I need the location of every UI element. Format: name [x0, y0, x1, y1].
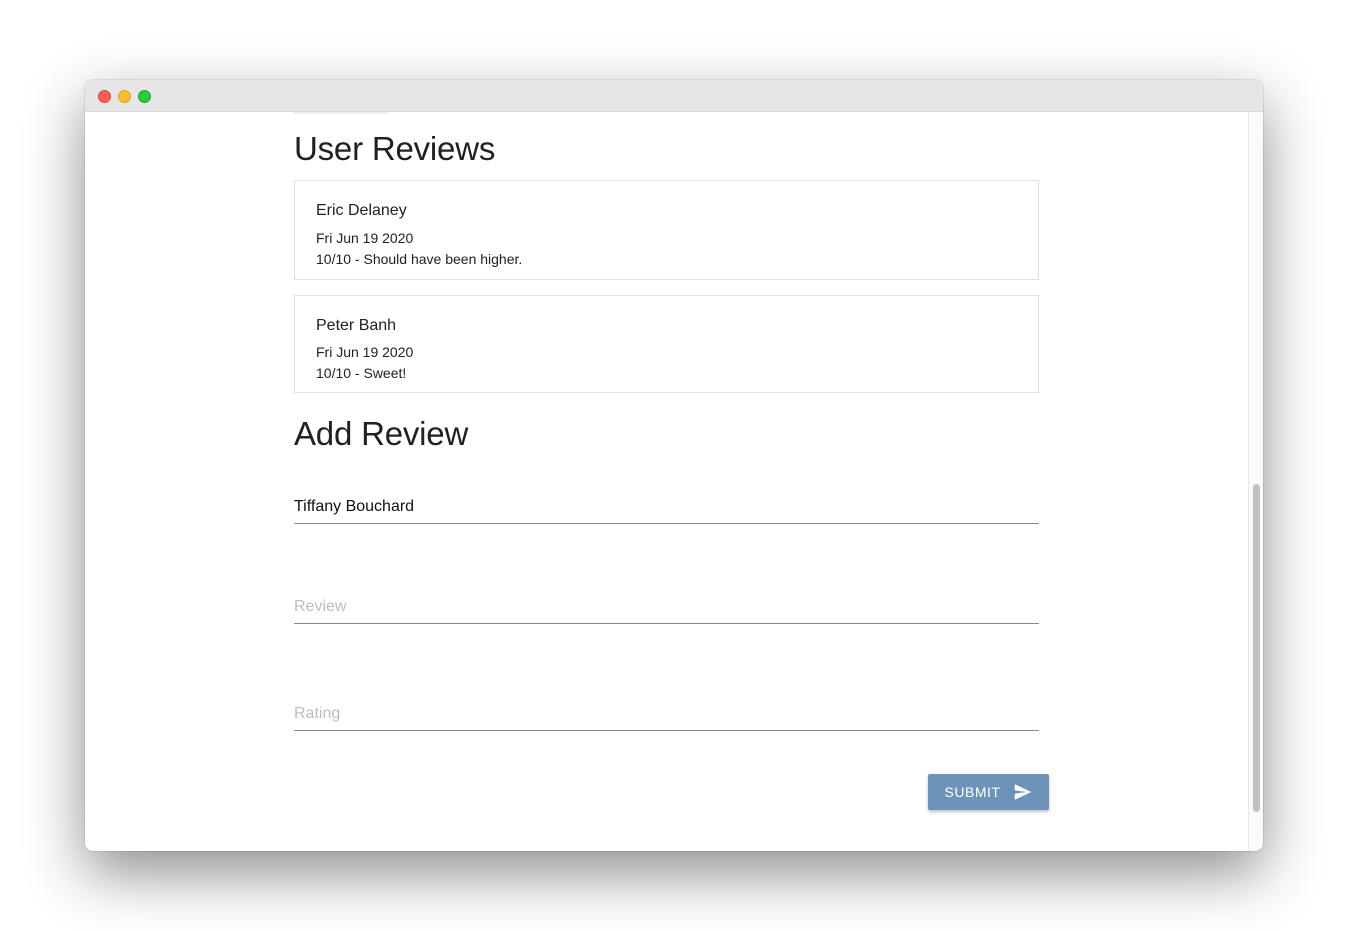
- name-input[interactable]: [294, 494, 1039, 524]
- add-review-heading: Add Review: [294, 415, 469, 452]
- submit-button-label: SUBMIT: [944, 784, 1001, 800]
- submit-button[interactable]: SUBMIT: [928, 774, 1049, 810]
- browser-window: User Reviews Eric Delaney Fri Jun 19 202…: [85, 80, 1263, 851]
- minimize-window-button[interactable]: [118, 90, 131, 103]
- rating-input[interactable]: [294, 701, 1039, 731]
- review-author: Peter Banh: [316, 317, 397, 334]
- review-date: Fri Jun 19 2020: [316, 344, 414, 360]
- review-date: Fri Jun 19 2020: [316, 230, 414, 246]
- vertical-scrollbar[interactable]: [1248, 112, 1263, 851]
- review-card: Peter Banh Fri Jun 19 2020 10/10 - Sweet…: [294, 295, 1039, 393]
- scrollbar-thumb[interactable]: [1253, 484, 1260, 812]
- review-comment: 10/10 - Sweet!: [316, 365, 407, 381]
- review-comment: 10/10 - Should have been higher.: [316, 251, 523, 267]
- user-reviews-heading: User Reviews: [294, 130, 496, 167]
- review-input[interactable]: [294, 594, 1039, 624]
- review-author: Eric Delaney: [316, 202, 407, 219]
- page-viewport: User Reviews Eric Delaney Fri Jun 19 202…: [85, 112, 1248, 851]
- divider: [294, 112, 388, 114]
- zoom-window-button[interactable]: [138, 90, 151, 103]
- window-titlebar: [85, 80, 1263, 112]
- close-window-button[interactable]: [98, 90, 111, 103]
- review-card: Eric Delaney Fri Jun 19 2020 10/10 - Sho…: [294, 180, 1039, 280]
- send-icon: [1014, 784, 1032, 800]
